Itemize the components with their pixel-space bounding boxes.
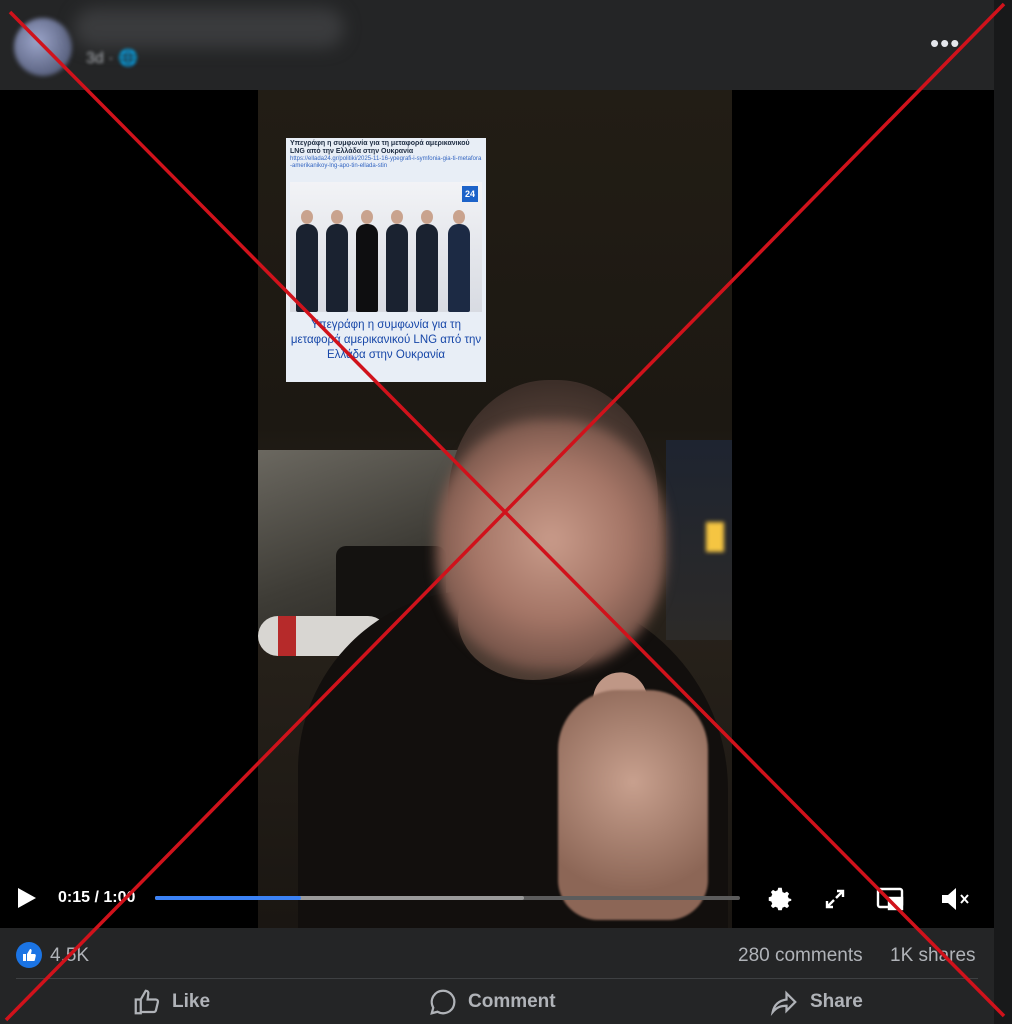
photo-person (296, 210, 318, 312)
photo-person (386, 210, 408, 312)
divider (16, 978, 978, 979)
share-button[interactable]: Share (768, 980, 863, 1024)
post-timestamp[interactable]: 3d (86, 50, 104, 67)
photo-person (416, 210, 438, 312)
globe-icon: · 🌐 (108, 50, 138, 67)
pillow-stripe (278, 616, 296, 656)
photo-person (448, 210, 470, 312)
comment-bubble-icon (430, 989, 456, 1015)
comment-label: Comment (468, 991, 556, 1012)
like-reaction-icon[interactable] (16, 942, 42, 968)
like-button[interactable]: Like (132, 980, 210, 1024)
author-avatar[interactable] (14, 18, 72, 76)
article-title: Υπεγράφη η συμφωνία για τη μεταφορά αμερ… (290, 140, 470, 155)
article-caption: Υπεγράφη η συμφωνία για τη μεταφορά αμερ… (290, 319, 482, 361)
video-progress-bar[interactable] (155, 896, 740, 900)
site-logo-icon: 24 (462, 186, 478, 202)
article-link: https://ellada24.gr/politiki/2025-11-16-… (290, 156, 482, 169)
picture-in-picture-icon[interactable] (873, 882, 907, 916)
like-label: Like (172, 991, 211, 1012)
page-scrollbar[interactable] (994, 0, 1012, 1024)
volume-muted-icon[interactable] (938, 882, 972, 916)
photo-person (326, 210, 348, 312)
progress-played (155, 896, 302, 900)
share-arrow-icon (770, 990, 797, 1017)
post-actions: Like Comment Share (0, 980, 994, 1024)
video-frame[interactable]: Υπεγράφη η συμφωνία για τη μεταφορά αμερ… (258, 90, 732, 928)
video-time: 0:15 / 1:00 (58, 889, 136, 906)
facebook-post: 3d · 🌐 ••• Υπεγράφη η συμφωνία για τη με… (0, 0, 994, 1024)
settings-gear-icon[interactable] (763, 882, 797, 916)
share-label: Share (810, 991, 863, 1012)
post-stats: 4.5K 280 comments 1K shares (0, 930, 994, 980)
article-photo: 24 (290, 182, 482, 312)
share-count[interactable]: 1K shares (890, 945, 976, 967)
background-sign (706, 522, 724, 552)
speaker-face-blurred (436, 420, 666, 670)
play-icon[interactable] (18, 888, 36, 908)
video-player[interactable]: Υπεγράφη η συμφωνία για τη μεταφορά αμερ… (0, 90, 994, 928)
thumbs-up-icon (134, 989, 160, 1015)
post-header: 3d · 🌐 ••• (0, 0, 994, 90)
comment-count[interactable]: 280 comments (738, 945, 863, 967)
more-options-button[interactable]: ••• (930, 28, 960, 59)
author-name-redacted[interactable] (74, 8, 344, 48)
fullscreen-icon[interactable] (818, 882, 852, 916)
post-meta: 3d · 🌐 (86, 48, 138, 68)
comment-button[interactable]: Comment (428, 980, 556, 1024)
video-controls: 0:15 / 1:00 (0, 876, 994, 922)
overlay-article-screenshot: Υπεγράφη η συμφωνία για τη μεταφορά αμερ… (286, 138, 486, 382)
photo-person (356, 210, 378, 312)
reaction-count[interactable]: 4.5K (50, 945, 89, 967)
